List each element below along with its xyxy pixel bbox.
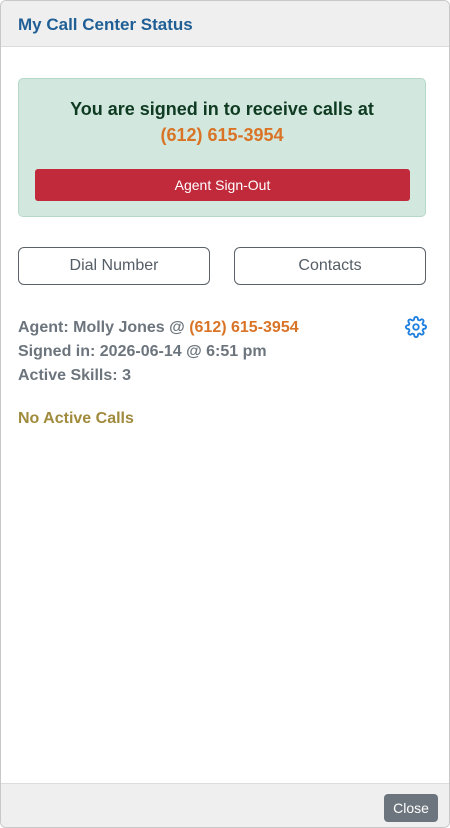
active-skills-info: Active Skills: 3: [18, 367, 131, 385]
contacts-button[interactable]: Contacts: [234, 247, 426, 285]
signed-in-value: 2026-06-14 @ 6:51 pm: [99, 343, 267, 360]
call-center-status-dialog: My Call Center Status You are signed in …: [0, 0, 450, 828]
dialog-header: My Call Center Status: [1, 1, 449, 47]
no-active-calls-text: No Active Calls: [18, 410, 134, 427]
agent-phone: (612) 615-3954: [189, 319, 299, 336]
close-button[interactable]: Close: [384, 794, 438, 822]
signed-in-message: You are signed in to receive calls at: [70, 99, 374, 119]
active-skills-label: Active Skills:: [18, 367, 118, 384]
signed-in-label: Signed in:: [18, 343, 96, 360]
agent-at: @: [169, 319, 185, 336]
agent-info: Agent: Molly Jones @ (612) 615-3954: [18, 319, 299, 337]
agent-label: Agent:: [18, 319, 69, 336]
agent-name: Molly Jones: [73, 319, 165, 336]
dialog-title: My Call Center Status: [18, 15, 193, 34]
signed-in-status-panel: You are signed in to receive calls at (6…: [18, 78, 426, 217]
gear-icon[interactable]: [405, 316, 427, 338]
agent-sign-out-button[interactable]: Agent Sign-Out: [35, 169, 410, 201]
signed-in-phone: (612) 615-3954: [160, 125, 284, 145]
active-skills-value: 3: [122, 367, 131, 384]
signed-in-info: Signed in: 2026-06-14 @ 6:51 pm: [18, 343, 267, 361]
dial-number-button[interactable]: Dial Number: [18, 247, 210, 285]
dialog-footer: Close: [1, 783, 449, 827]
